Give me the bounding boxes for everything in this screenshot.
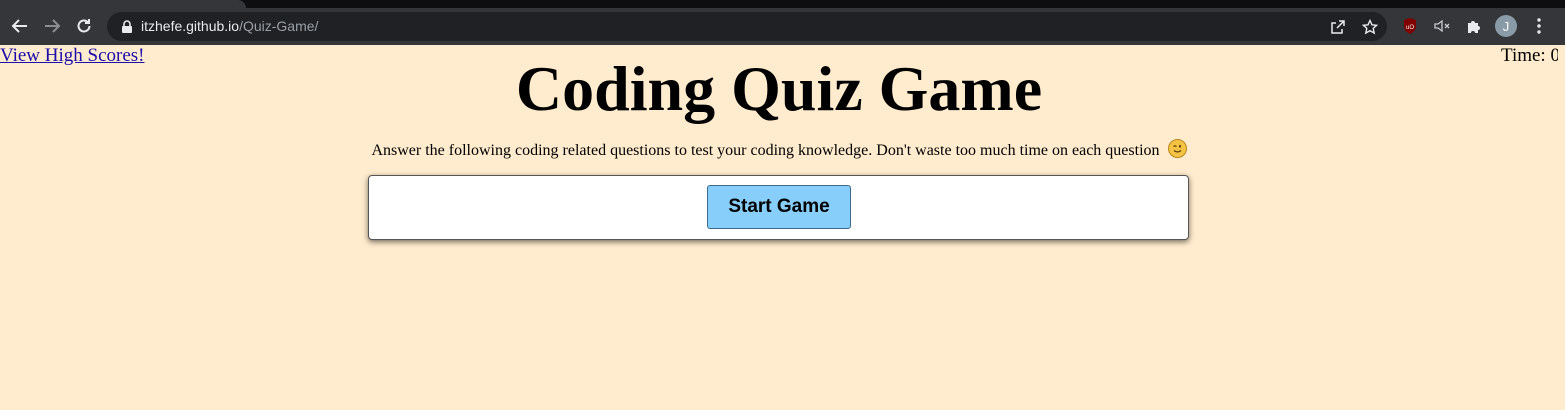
winking-face-emoji-icon [1167, 139, 1187, 158]
instructions-text: Answer the following coding related ques… [0, 139, 1558, 162]
start-game-button[interactable]: Start Game [707, 185, 851, 229]
tab-strip [0, 0, 1565, 8]
ublock-icon[interactable]: uO [1399, 15, 1421, 37]
quiz-card: Start Game [368, 175, 1189, 240]
forward-arrow-icon[interactable] [39, 13, 65, 39]
muted-speaker-icon[interactable] [1431, 15, 1453, 37]
url-path: /Quiz-Game/ [239, 18, 319, 34]
kebab-menu-icon[interactable] [1528, 15, 1550, 37]
instructions-label: Answer the following coding related ques… [371, 142, 1160, 159]
address-bar[interactable]: itzhefe.github.io/Quiz-Game/ [107, 12, 1387, 41]
browser-toolbar: itzhefe.github.io/Quiz-Game/ uO J [0, 8, 1565, 45]
svg-text:uO: uO [1406, 25, 1414, 31]
back-arrow-icon[interactable] [7, 13, 33, 39]
page-title: Coding Quiz Game [515, 53, 1043, 124]
puzzle-extension-icon[interactable] [1463, 15, 1485, 37]
share-icon[interactable] [1327, 16, 1349, 38]
profile-avatar[interactable]: J [1495, 15, 1517, 37]
active-tab[interactable] [0, 0, 246, 8]
lock-icon[interactable] [116, 16, 138, 38]
url-host: itzhefe.github.io [141, 18, 240, 34]
star-icon[interactable] [1359, 16, 1381, 38]
url-text[interactable]: itzhefe.github.io/Quiz-Game/ [141, 12, 318, 41]
page-right-edge [1558, 45, 1565, 410]
reload-icon[interactable] [71, 13, 97, 39]
